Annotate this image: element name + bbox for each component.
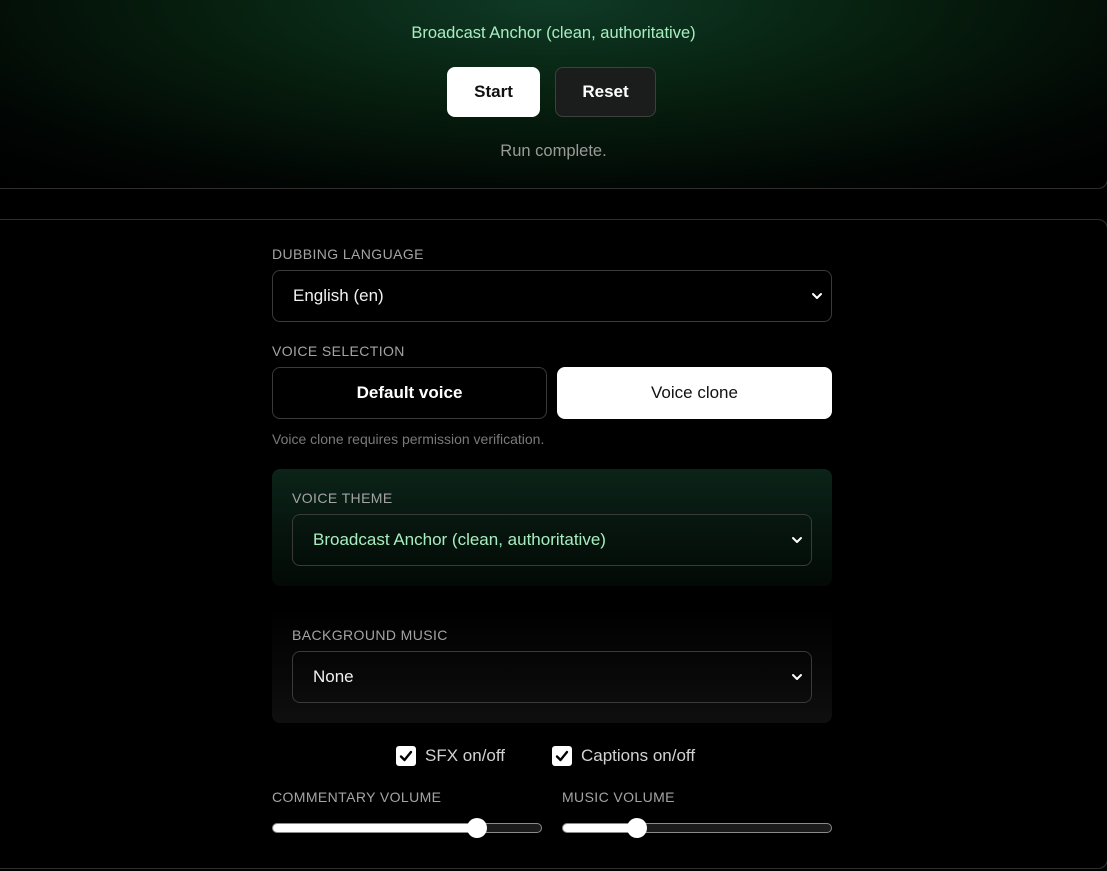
chevron-down-icon	[792, 537, 802, 543]
run-panel: Broadcast Anchor (clean, authoritative) …	[0, 0, 1107, 189]
voice-selection-label: VOICE SELECTION	[272, 343, 405, 359]
default-voice-button[interactable]: Default voice	[272, 367, 547, 419]
dubbing-language-label: DUBBING LANGUAGE	[272, 246, 424, 262]
slider-thumb[interactable]	[467, 818, 487, 838]
current-theme-label: Broadcast Anchor (clean, authoritative)	[411, 24, 696, 42]
checkmark-icon	[399, 750, 413, 762]
sfx-toggle[interactable]: SFX on/off	[396, 744, 505, 768]
captions-checkbox[interactable]	[552, 746, 572, 766]
commentary-volume-slider[interactable]	[272, 818, 542, 838]
dubbing-language-select[interactable]: English (en)	[272, 270, 832, 322]
music-volume-label: MUSIC VOLUME	[562, 789, 675, 805]
chevron-down-icon	[792, 674, 802, 680]
slider-track	[272, 823, 542, 833]
captions-toggle[interactable]: Captions on/off	[552, 744, 695, 768]
slider-thumb[interactable]	[627, 818, 647, 838]
checkmark-icon	[555, 750, 569, 762]
sfx-checkbox[interactable]	[396, 746, 416, 766]
start-button[interactable]: Start	[447, 67, 540, 117]
captions-label: Captions on/off	[581, 746, 696, 765]
commentary-volume-label: COMMENTARY VOLUME	[272, 789, 442, 805]
background-music-select[interactable]: None	[292, 651, 812, 703]
sfx-label: SFX on/off	[425, 746, 506, 765]
chevron-down-icon	[812, 293, 822, 299]
slider-fill	[273, 824, 478, 832]
reset-button[interactable]: Reset	[555, 67, 656, 117]
run-status: Run complete.	[500, 142, 607, 160]
voice-theme-select[interactable]: Broadcast Anchor (clean, authoritative)	[292, 514, 812, 566]
voice-theme-value: Broadcast Anchor (clean, authoritative)	[313, 530, 606, 549]
dubbing-language-value: English (en)	[293, 286, 384, 305]
background-music-value: None	[313, 667, 354, 686]
background-music-label: BACKGROUND MUSIC	[292, 627, 448, 643]
music-volume-slider[interactable]	[562, 818, 832, 838]
slider-track	[562, 823, 832, 833]
voice-clone-hint: Voice clone requires permission verifica…	[272, 431, 545, 447]
voice-theme-label: VOICE THEME	[292, 490, 393, 506]
voice-clone-button[interactable]: Voice clone	[557, 367, 832, 419]
